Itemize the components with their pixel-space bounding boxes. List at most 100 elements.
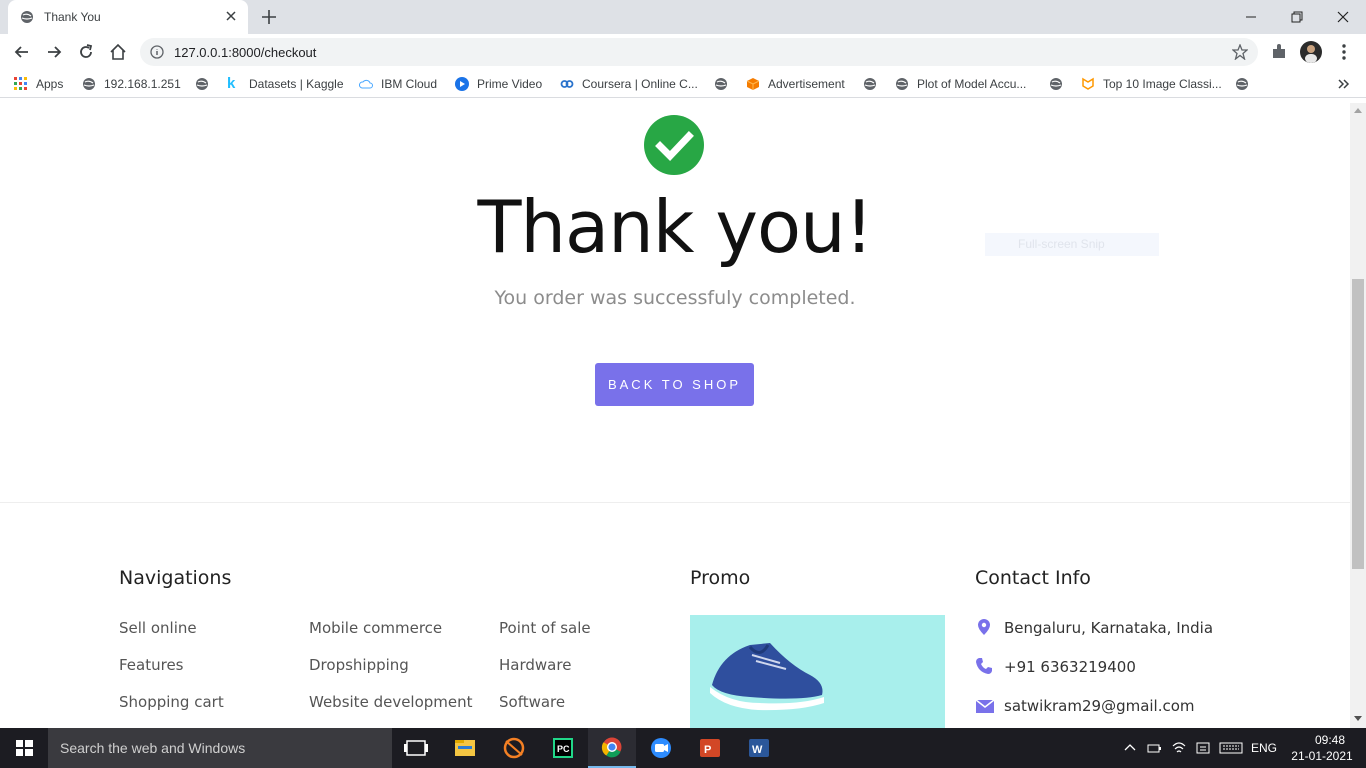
page-scrollbar[interactable] [1350,103,1366,728]
keyboard-icon[interactable] [1219,740,1243,756]
clock-date[interactable]: 21-01-2021 [1290,749,1354,763]
profile-avatar[interactable] [1300,41,1322,63]
navigations-heading: Navigations [119,567,232,589]
svg-text:P: P [704,744,711,756]
bookmarks-bar: Apps 192.168.1.251 k Datasets | Kaggle I… [0,70,1366,98]
scroll-down-arrow-icon[interactable] [1354,716,1362,722]
site-footer: Navigations Sell online Features Shoppin… [0,502,1350,728]
battery-icon[interactable] [1146,740,1162,756]
play-icon [455,77,469,91]
phone-icon [976,658,992,674]
zoom-icon[interactable] [637,728,685,768]
chrome-icon[interactable] [588,728,636,768]
nav-link[interactable]: Sell online [119,619,197,637]
nav-link[interactable]: Website development [309,693,473,711]
restore-icon[interactable] [1286,6,1308,28]
powerpoint-icon[interactable]: P [686,728,734,768]
bookmark-top10[interactable]: Top 10 Image Classi... [1081,76,1223,92]
back-to-shop-button[interactable]: BACK TO SHOP [595,363,754,406]
email-icon [975,699,995,713]
page-viewport: Thank you! You order was successfuly com… [0,103,1350,728]
bookmark-prime-video[interactable]: Prime Video [455,76,550,92]
sublime-icon[interactable] [490,728,538,768]
input-language[interactable]: ENG [1251,741,1277,755]
nav-link[interactable]: Shopping cart [119,693,224,711]
globe-icon [21,11,33,23]
info-icon[interactable] [150,45,164,59]
volume-icon[interactable] [1195,740,1211,756]
clock-time[interactable]: 09:48 [1310,733,1350,747]
contact-email[interactable]: satwikram29@gmail.com [1004,697,1195,715]
cube-icon [746,78,760,90]
tab-thank-you[interactable]: Thank You [8,0,248,34]
pycharm-icon[interactable]: PC [539,728,587,768]
address-bar[interactable]: 127.0.0.1:8000/checkout [140,38,1258,66]
new-tab-icon[interactable] [260,8,278,26]
tab-strip: Thank You [0,0,1366,34]
close-tab-icon[interactable] [224,9,238,23]
minimize-icon[interactable] [1240,6,1262,28]
page-title: Thank you! [477,185,873,269]
bookmark-plot-model[interactable]: Plot of Model Accu... [895,76,1035,92]
globe-icon[interactable] [1235,77,1249,91]
bookmark-star-icon[interactable] [1232,44,1248,60]
globe-icon[interactable] [863,77,877,91]
extensions-puzzle-icon[interactable] [1270,43,1288,61]
home-icon[interactable] [108,42,128,62]
nav-link[interactable]: Point of sale [499,619,591,637]
bookmark-ibm-cloud[interactable]: IBM Cloud [359,76,441,92]
contact-phone[interactable]: +91 6363219400 [1004,658,1136,676]
reload-icon[interactable] [76,42,96,62]
kaggle-icon: k [227,75,236,92]
promo-image[interactable] [690,615,945,728]
tf-icon [1082,77,1094,90]
taskbar-search-placeholder: Search the web and Windows [60,740,246,756]
globe-icon [83,78,95,90]
contact-heading: Contact Info [975,567,1091,589]
menu-kebab-icon[interactable] [1336,42,1352,62]
cloud-icon [359,79,373,89]
bookmark-kaggle[interactable]: k Datasets | Kaggle [227,76,347,92]
nav-link[interactable]: Hardware [499,656,571,674]
tray-chevron-up-icon[interactable] [1122,740,1138,756]
windows-start-icon[interactable] [0,728,48,768]
globe-icon [896,78,908,90]
nav-link[interactable]: Mobile commerce [309,619,442,637]
url-text: 127.0.0.1:8000/checkout [174,45,317,60]
svg-text:W: W [752,744,763,756]
promo-heading: Promo [690,567,751,589]
map-pin-icon [978,619,990,635]
chevron-more-icon[interactable] [1336,77,1350,91]
bookmark-advertisement[interactable]: Advertisement [746,76,854,92]
bookmark-coursera[interactable]: Coursera | Online C... [560,76,700,92]
windows-taskbar: Search the web and Windows PC P W ENG 09… [0,728,1366,768]
globe-icon[interactable] [1049,77,1063,91]
scroll-up-arrow-icon[interactable] [1354,107,1362,113]
file-explorer-icon[interactable] [441,728,489,768]
success-check-icon [644,115,704,175]
back-arrow-icon[interactable] [12,42,32,62]
task-view-icon[interactable] [392,728,440,768]
wifi-icon[interactable] [1171,740,1187,756]
contact-address: Bengaluru, Karnataka, India [1004,619,1214,637]
browser-toolbar: 127.0.0.1:8000/checkout [0,34,1366,70]
nav-link[interactable]: Software [499,693,565,711]
avatar-person-icon [1305,45,1317,63]
forward-arrow-icon[interactable] [44,42,64,62]
success-message: You order was successfuly completed. [494,287,856,309]
shoe-image [710,643,824,711]
coursera-icon [560,80,574,88]
word-icon[interactable]: W [735,728,783,768]
bookmark-ip[interactable]: 192.168.1.251 [82,76,182,92]
apps-grid-icon [14,77,27,90]
globe-icon[interactable] [195,77,209,91]
svg-text:PC: PC [557,744,570,754]
close-window-icon[interactable] [1332,6,1354,28]
bookmark-apps[interactable]: Apps [14,76,74,92]
nav-link[interactable]: Features [119,656,184,674]
scrollbar-thumb[interactable] [1352,279,1364,569]
taskbar-search-box[interactable]: Search the web and Windows [48,728,392,768]
nav-link[interactable]: Dropshipping [309,656,409,674]
globe-icon[interactable] [714,77,728,91]
tab-title: Thank You [44,10,101,24]
